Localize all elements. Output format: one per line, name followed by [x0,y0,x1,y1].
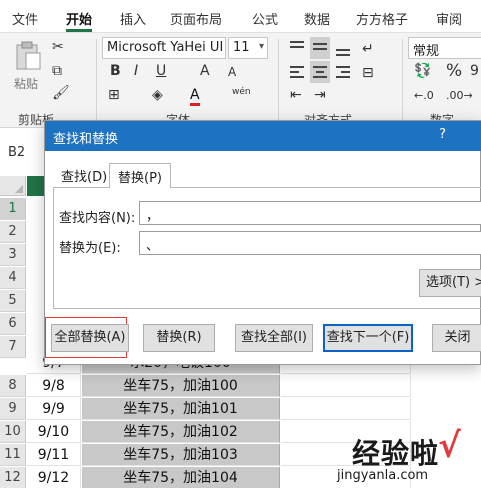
watermark-url: jingyanla.com [337,468,429,483]
wrap-text-icon[interactable]: ↵ [362,41,374,57]
find-replace-dialog: 查找和替换 ? 查找(D) 替换(P) 查找内容(N): ， 替换为(E): 、… [44,120,481,365]
row-header[interactable]: 10 [0,421,26,443]
indent-increase-icon[interactable]: ⇥ [314,87,326,103]
watermark-check: √ [438,426,461,466]
cell-date[interactable]: 9/11 [27,444,81,466]
find-input-value: ， [146,209,160,224]
align-right-button[interactable] [334,63,352,81]
comma-style-button[interactable]: 9 [470,63,479,79]
tab-home[interactable]: 开始 [66,9,93,32]
select-all-corner[interactable] [0,176,26,196]
find-label: 查找内容(N): [59,211,136,226]
cell-date[interactable]: 9/9 [27,398,81,420]
row-header[interactable]: 4 [0,267,26,289]
cell-expense[interactable]: 坐车75，加油104 [82,467,280,488]
options-button[interactable]: 选项(T) > > [419,269,481,297]
row-header[interactable]: 8 [0,375,26,397]
number-format-value: 常规 [413,44,440,59]
replace-label: 替换为(E): [59,241,121,256]
cell-empty[interactable] [281,375,411,397]
row-header[interactable]: 1 [0,198,26,220]
tab-replace[interactable]: 替换(P) [109,163,171,188]
format-painter-icon[interactable]: 🖌 [52,85,70,101]
ribbon-separator [96,39,97,121]
tab-fangfang[interactable]: 方方格子 [356,9,408,28]
tab-file[interactable]: 文件 [12,9,38,28]
tab-page-layout[interactable]: 页面布局 [170,9,222,28]
fill-color-icon[interactable]: ◈ [152,87,163,103]
row-header[interactable]: 6 [0,313,26,335]
increase-decimal-icon[interactable]: ←.0 [414,89,434,102]
help-icon[interactable]: ? [439,127,446,142]
align-bottom-button[interactable] [334,39,352,57]
decrease-decimal-icon[interactable]: .00→ [446,89,473,102]
row-header[interactable]: 5 [0,290,26,312]
align-center-button[interactable] [310,61,330,83]
font-name-value: Microsoft YaHei UI [107,40,224,55]
ribbon-separator [402,39,403,121]
merge-cells-icon[interactable]: ⊟ [362,65,374,81]
decrease-font-button[interactable]: A [228,65,236,79]
align-left-button[interactable] [288,63,306,81]
paste-label: 粘贴 [14,77,39,91]
tab-replace-label: 替换(P) [118,171,162,186]
close-button[interactable]: 关闭 [432,324,481,352]
chevron-down-icon: ▾ [258,41,264,52]
replace-input[interactable]: 、 [139,231,481,255]
ribbon-separator [278,39,279,121]
align-middle-button[interactable] [310,37,330,59]
bold-button[interactable]: B [110,63,121,79]
align-top-button[interactable] [288,39,306,57]
replace-button[interactable]: 替换(R) [143,324,215,352]
find-input[interactable]: ， [139,201,481,225]
cut-icon[interactable]: ✂ [52,39,64,55]
ribbon: 粘贴 ✂ ⧉ 🖌 剪贴板 Microsoft YaHei UI 11 ▾ B I… [0,33,481,128]
dialog-title-bar[interactable]: 查找和替换 [45,121,481,151]
copy-icon[interactable]: ⧉ [52,63,62,79]
paste-button[interactable]: 粘贴 [10,39,46,97]
row-header[interactable]: 9 [0,398,26,420]
watermark-brand: 经验啦 [352,437,440,470]
row-header[interactable]: 7 [0,336,26,358]
cell-expense[interactable]: 坐车75，加油101 [82,398,280,420]
font-color-button[interactable]: A [190,87,200,106]
cell-date[interactable]: 9/8 [27,375,81,397]
cell-expense[interactable]: 坐车75，加油100 [82,375,280,397]
cell-expense[interactable]: 坐车75，加油102 [82,421,280,443]
cell-date[interactable]: 9/10 [27,421,81,443]
indent-decrease-icon[interactable]: ⇤ [290,87,302,103]
replace-input-value: 、 [146,239,160,254]
paste-icon [16,41,41,70]
row-header[interactable]: 2 [0,221,26,243]
tab-find[interactable]: 查找(D) [53,163,115,187]
find-all-button[interactable]: 查找全部(I) [235,324,313,352]
font-size-combo[interactable]: 11 ▾ [228,37,268,59]
font-size-value: 11 [233,40,250,55]
row-header[interactable]: 12 [0,467,26,488]
row-header[interactable]: 3 [0,244,26,266]
replace-all-button[interactable]: 全部替换(A) [51,324,129,352]
underline-button[interactable]: U [156,63,166,79]
italic-button[interactable]: I [134,63,138,79]
cell-date[interactable]: 9/12 [27,467,81,488]
row-header[interactable]: 11 [0,444,26,466]
tab-find-label: 查找(D) [61,170,108,185]
tab-data[interactable]: 数据 [304,9,330,28]
ribbon-tab-bar: 文件 开始 插入 页面布局 公式 数据 方方格子 审阅 [0,0,481,33]
tab-formulas[interactable]: 公式 [252,9,278,28]
phonetic-button[interactable]: wén [232,87,251,97]
currency-icon[interactable]: 💱 [414,63,431,79]
tab-review[interactable]: 审阅 [436,9,462,28]
percent-button[interactable]: % [446,61,462,81]
cell-empty[interactable] [281,398,411,420]
dialog-title: 查找和替换 [53,132,119,147]
font-name-combo[interactable]: Microsoft YaHei UI [102,37,226,59]
column-header-a-selected[interactable] [27,176,45,196]
number-format-combo[interactable]: 常规 [408,37,481,59]
increase-font-button[interactable]: A [200,63,210,79]
borders-icon[interactable]: ⊞ [108,87,120,103]
find-next-button[interactable]: 查找下一个(F) [323,324,413,352]
cell-expense[interactable]: 坐车75，加油103 [82,444,280,466]
tab-insert[interactable]: 插入 [120,9,146,28]
